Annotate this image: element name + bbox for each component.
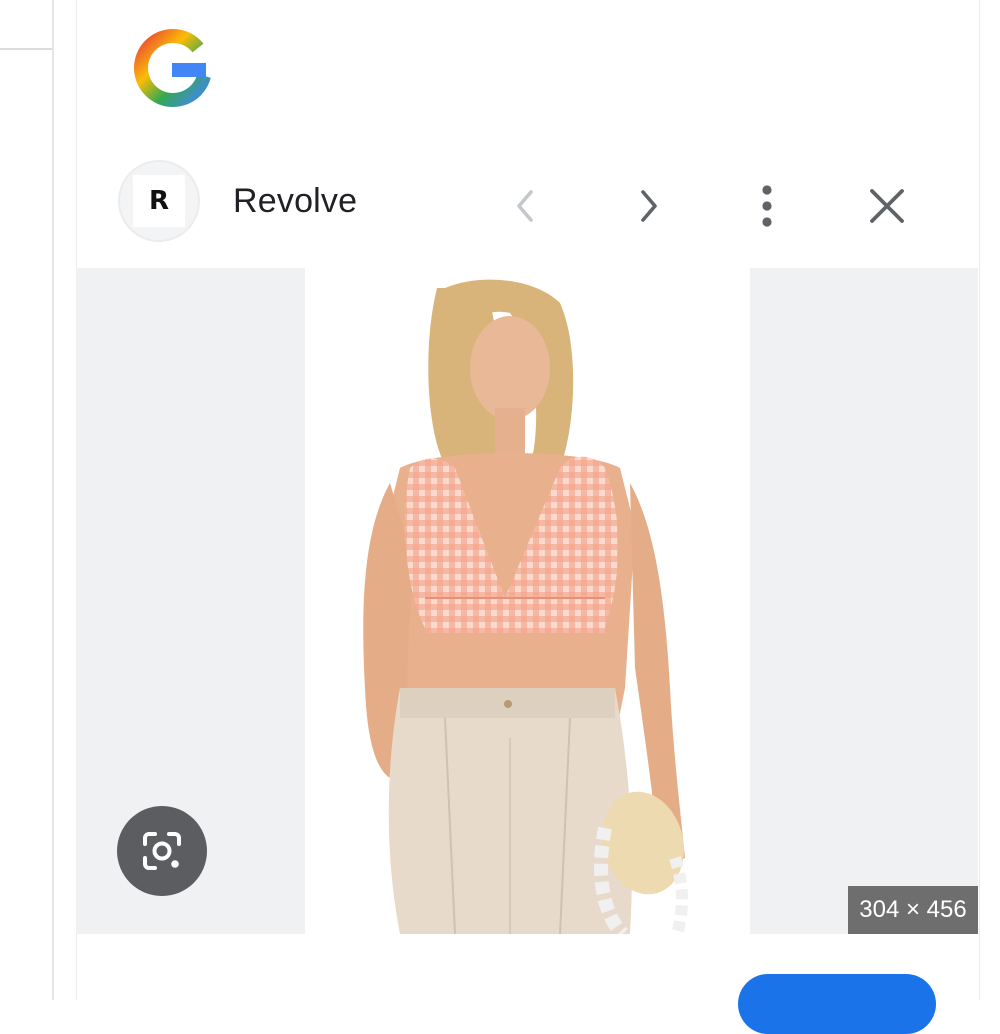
close-icon bbox=[870, 189, 904, 223]
site-name[interactable]: Revolve bbox=[233, 182, 357, 221]
image-side-right bbox=[750, 268, 978, 934]
visit-button[interactable] bbox=[738, 974, 936, 1034]
image-dimensions-badge: 304 × 456 bbox=[848, 886, 978, 934]
site-header: R Revolve bbox=[76, 148, 978, 266]
google-lens-icon bbox=[143, 832, 181, 870]
site-avatar[interactable]: R bbox=[118, 160, 200, 242]
left-results-pane bbox=[0, 0, 54, 1000]
previous-button[interactable] bbox=[498, 178, 554, 234]
more-options-button[interactable] bbox=[739, 178, 795, 234]
divider bbox=[0, 48, 52, 50]
next-button[interactable] bbox=[620, 178, 676, 234]
google-logo-icon bbox=[134, 29, 211, 107]
site-avatar-letter: R bbox=[148, 186, 170, 216]
chevron-right-icon bbox=[641, 190, 657, 222]
site-avatar-inner: R bbox=[133, 175, 185, 227]
google-lens-button[interactable] bbox=[117, 806, 207, 896]
close-button[interactable] bbox=[859, 178, 915, 234]
image-viewer bbox=[76, 268, 978, 934]
product-image[interactable] bbox=[305, 268, 750, 934]
more-vertical-icon bbox=[762, 185, 772, 227]
chevron-left-icon bbox=[517, 190, 533, 222]
